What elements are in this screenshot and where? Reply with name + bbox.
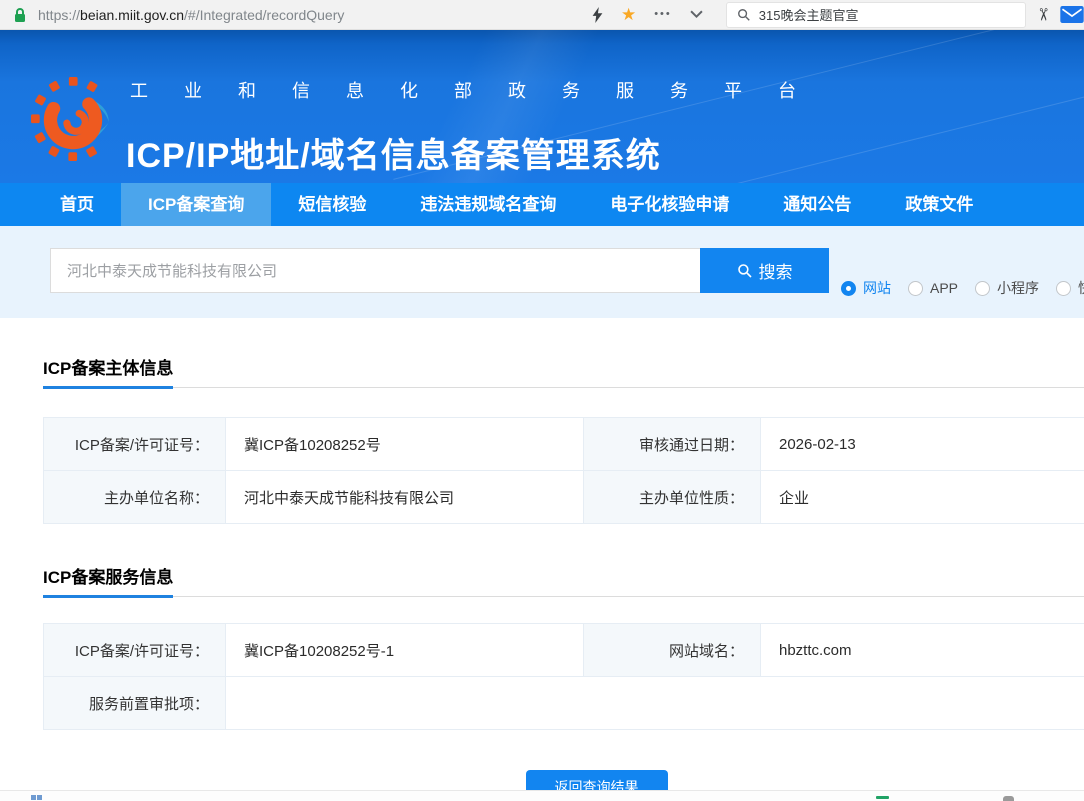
field-label: 主办单位名称： <box>44 471 226 524</box>
search-button-label: 搜索 <box>759 258 793 283</box>
field-value <box>226 677 1084 730</box>
radio-unselected-icon <box>975 281 990 296</box>
platform-tagline: 工业和信息化部政务服务平台 <box>130 77 832 103</box>
query-section: 搜索 网站 APP 小程序 快应用 <box>0 226 1084 318</box>
query-type-radios: 网站 APP 小程序 快应用 <box>841 278 1084 298</box>
url-domain: beian.miit.gov.cn <box>80 7 184 23</box>
radio-quick-app[interactable]: 快应用 <box>1056 278 1084 298</box>
service-section-heading: ICP备案服务信息 <box>43 524 1084 597</box>
nav-item-illegal-domain-query[interactable]: 违法违规域名查询 <box>393 183 583 226</box>
subject-info-table: ICP备案/许可证号： 冀ICP备10208252号 审核通过日期： 2026-… <box>43 417 1084 524</box>
search-icon <box>737 263 753 279</box>
site-header-banner: 工业和信息化部政务服务平台 ICP/IP地址/域名信息备案管理系统 <box>0 30 1084 183</box>
table-row: 主办单位名称： 河北中泰天成节能科技有限公司 主办单位性质： 企业 <box>44 471 1084 524</box>
radio-selected-icon <box>841 281 856 296</box>
nav-item-sms-verify[interactable]: 短信核验 <box>271 183 393 226</box>
service-info-table: ICP备案/许可证号： 冀ICP备10208252号-1 网站域名： hbztt… <box>43 623 1084 730</box>
field-value: 河北中泰天成节能科技有限公司 <box>226 471 584 524</box>
main-nav: 首页 ICP备案查询 短信核验 违法违规域名查询 电子化核验申请 通知公告 政策… <box>0 183 1084 226</box>
field-value: 冀ICP备10208252号-1 <box>226 624 584 677</box>
field-label: 服务前置审批项： <box>44 677 226 730</box>
table-row: 服务前置审批项： <box>44 677 1084 730</box>
url-protocol: https:// <box>38 7 80 23</box>
bookmark-star-icon[interactable]: ★ <box>621 6 636 23</box>
radio-label: 网站 <box>863 278 891 298</box>
radio-label: APP <box>930 280 958 296</box>
miit-gear-logo <box>31 75 117 161</box>
chevron-down-icon[interactable] <box>690 10 703 19</box>
nav-item-announcements[interactable]: 通知公告 <box>756 183 878 226</box>
query-input[interactable] <box>50 248 700 293</box>
nav-item-icp-query[interactable]: ICP备案查询 <box>121 183 271 226</box>
windows-start-icon[interactable] <box>31 795 44 801</box>
radio-website[interactable]: 网站 <box>841 278 891 298</box>
tray-app-icon[interactable] <box>1003 796 1014 801</box>
radio-unselected-icon <box>908 281 923 296</box>
table-row: ICP备案/许可证号： 冀ICP备10208252号 审核通过日期： 2026-… <box>44 418 1084 471</box>
field-value: 2026-02-13 <box>761 418 1084 471</box>
radio-unselected-icon <box>1056 281 1071 296</box>
browser-address-bar: https://beian.miit.gov.cn/#/Integrated/r… <box>0 0 1084 30</box>
record-detail-content: ICP备案主体信息 ICP备案/许可证号： 冀ICP备10208252号 审核通… <box>0 318 1084 801</box>
table-row: ICP备案/许可证号： 冀ICP备10208252号-1 网站域名： hbztt… <box>44 624 1084 677</box>
radio-app[interactable]: APP <box>908 280 958 296</box>
field-label: 审核通过日期： <box>584 418 761 471</box>
secure-lock-icon <box>14 7 26 23</box>
tray-app-icon[interactable] <box>876 796 889 799</box>
section-title: ICP备案主体信息 <box>43 354 173 389</box>
url-text[interactable]: https://beian.miit.gov.cn/#/Integrated/r… <box>38 7 344 23</box>
field-value: hbzttc.com <box>761 624 1084 677</box>
field-label: ICP备案/许可证号： <box>44 624 226 677</box>
lightning-bolt-icon[interactable] <box>592 7 603 23</box>
radio-mini-program[interactable]: 小程序 <box>975 278 1039 298</box>
nav-item-home[interactable]: 首页 <box>33 183 121 226</box>
field-label: 主办单位性质： <box>584 471 761 524</box>
search-button[interactable]: 搜索 <box>700 248 829 293</box>
field-value: 企业 <box>761 471 1084 524</box>
nav-item-e-verification[interactable]: 电子化核验申请 <box>583 183 756 226</box>
search-icon <box>737 8 751 22</box>
taskbar <box>0 790 1084 801</box>
radio-label: 小程序 <box>997 278 1039 298</box>
field-label: 网站域名： <box>584 624 761 677</box>
radio-label: 快应用 <box>1078 278 1084 298</box>
browser-search-box[interactable]: 315晚会主题官宣 <box>726 2 1026 28</box>
mail-icon[interactable] <box>1060 6 1084 23</box>
field-label: ICP备案/许可证号： <box>44 418 226 471</box>
url-path: /#/Integrated/recordQuery <box>184 7 344 23</box>
nav-item-policy-documents[interactable]: 政策文件 <box>878 183 1000 226</box>
subject-section-heading: ICP备案主体信息 <box>43 318 1084 388</box>
site-title: ICP/IP地址/域名信息备案管理系统 <box>126 128 661 177</box>
field-value: 冀ICP备10208252号 <box>226 418 584 471</box>
more-menu-icon[interactable]: ••• <box>654 9 672 20</box>
scissors-icon[interactable]: ✂ <box>1034 7 1051 21</box>
section-title: ICP备案服务信息 <box>43 563 173 598</box>
browser-search-text: 315晚会主题官宣 <box>759 5 859 24</box>
